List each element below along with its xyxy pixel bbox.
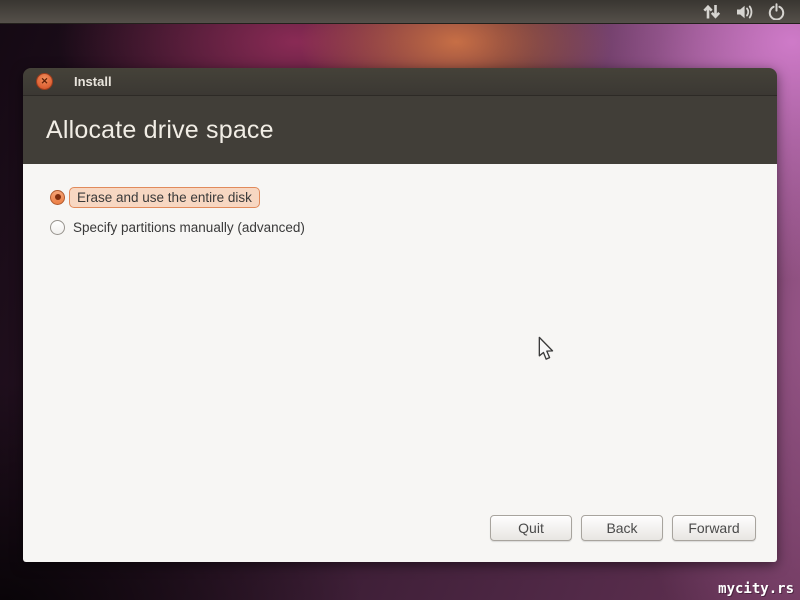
radio-dot [55, 194, 61, 200]
volume-icon[interactable] [735, 4, 755, 20]
power-icon[interactable] [768, 3, 785, 20]
page-title: Allocate drive space [46, 116, 274, 145]
screen: ✕ Install Allocate drive space Erase and… [0, 0, 800, 600]
top-panel [0, 0, 800, 24]
watermark: mycity.rs [718, 581, 794, 597]
quit-button[interactable]: Quit [490, 515, 572, 541]
window-title: Install [74, 74, 112, 89]
window-content: Erase and use the entire disk Specify pa… [23, 164, 777, 562]
option-erase-disk-label[interactable]: Erase and use the entire disk [69, 187, 260, 208]
radio-selected-icon[interactable] [50, 190, 65, 205]
page-header: Allocate drive space [23, 96, 777, 164]
back-button[interactable]: Back [581, 515, 663, 541]
button-row: Quit Back Forward [490, 515, 756, 541]
close-button[interactable]: ✕ [36, 73, 53, 90]
option-specify-partitions[interactable]: Specify partitions manually (advanced) [50, 212, 777, 242]
forward-button[interactable]: Forward [672, 515, 756, 541]
network-arrows-icon[interactable] [702, 3, 722, 20]
close-icon: ✕ [41, 77, 49, 86]
option-specify-partitions-label[interactable]: Specify partitions manually (advanced) [73, 218, 305, 237]
install-window: ✕ Install Allocate drive space Erase and… [23, 68, 777, 562]
option-erase-disk[interactable]: Erase and use the entire disk [50, 182, 777, 212]
radio-unselected-icon[interactable] [50, 220, 65, 235]
titlebar: ✕ Install [23, 68, 777, 96]
